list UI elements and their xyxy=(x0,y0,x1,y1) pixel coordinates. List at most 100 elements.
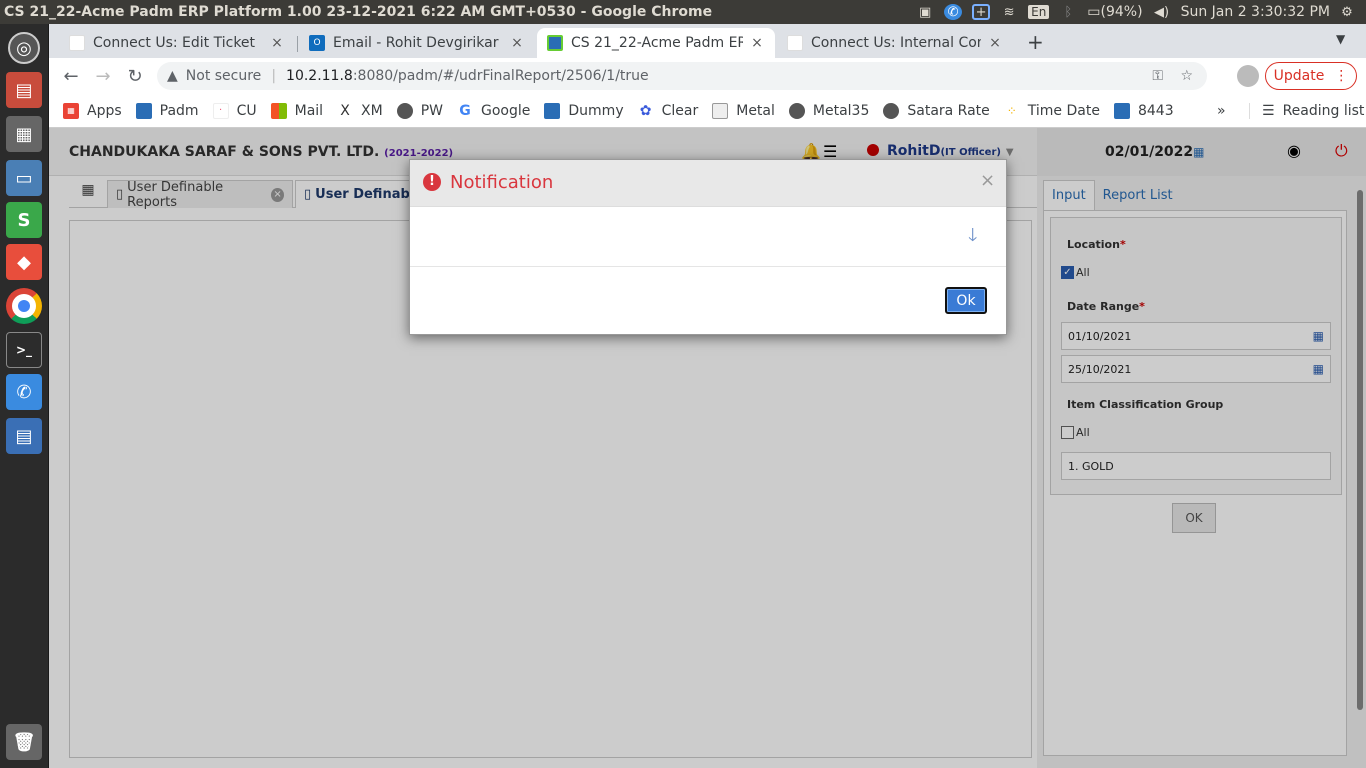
phone-icon[interactable]: ✆ xyxy=(944,4,963,20)
globe-icon xyxy=(396,102,413,119)
tab-close-icon[interactable]: × xyxy=(987,35,1003,51)
bookmark-mail[interactable]: Mail xyxy=(270,102,324,119)
browser-tab[interactable]: O Email - Rohit Devgirikar - C × xyxy=(299,28,535,58)
new-tab-button[interactable]: + xyxy=(1027,30,1044,54)
reload-icon[interactable]: ↻ xyxy=(119,66,151,87)
bookmark-label: Apps xyxy=(87,102,122,119)
volume-icon[interactable]: ◀) xyxy=(1153,4,1171,20)
omni-divider: | xyxy=(271,68,277,84)
dialog-ok-button[interactable]: Ok xyxy=(945,287,987,314)
tab-title: Connect Us: Internal Com xyxy=(811,35,981,51)
bookmark-satara-rate[interactable]: Satara Rate xyxy=(883,102,990,119)
not-secure-label[interactable]: Not secure xyxy=(186,68,262,84)
shield-icon[interactable]: + xyxy=(972,4,991,20)
padm-icon xyxy=(544,102,561,119)
document-icon[interactable]: ▤ xyxy=(6,418,42,454)
bookmark-cu[interactable]: · CU xyxy=(212,102,257,119)
browser-tab-active[interactable]: CS 21_22-Acme Padm ERP × xyxy=(537,28,775,58)
browser-tab[interactable]: Connect Us: Edit Ticket × xyxy=(59,28,295,58)
browser-tab[interactable]: Connect Us: Internal Com × xyxy=(777,28,1013,58)
bookmark-label: Satara Rate xyxy=(907,102,990,119)
tab-close-icon[interactable]: × xyxy=(509,35,525,51)
bookmark-label: CU xyxy=(236,102,257,119)
wifi-icon[interactable]: ≋ xyxy=(1000,4,1018,20)
system-top-bar: CS 21_22-Acme Padm ERP Platform 1.00 23-… xyxy=(0,0,1366,24)
power-icon[interactable]: ⚙ xyxy=(1338,4,1356,20)
phone-app-icon[interactable]: ✆ xyxy=(6,374,42,410)
bookmark-xm[interactable]: X XM xyxy=(337,102,383,119)
keyboard-language[interactable]: En xyxy=(1028,5,1050,19)
reading-list-label: Reading list xyxy=(1282,102,1365,119)
google-icon: G xyxy=(459,102,471,119)
system-tray: ▣ ✆ + ≋ En ᛒ ▭(94%) ◀) Sun Jan 2 3:30:32… xyxy=(916,4,1366,20)
battery-indicator[interactable]: ▭(94%) xyxy=(1087,4,1142,20)
remote-icon[interactable]: ▣ xyxy=(916,4,934,20)
tab-favicon xyxy=(69,35,85,51)
warning-icon[interactable]: ▲ xyxy=(167,68,178,84)
dialog-body: 🡓 xyxy=(410,207,1006,267)
remote-desktop-icon[interactable]: ▭ xyxy=(6,160,42,196)
chrome-icon[interactable] xyxy=(6,288,42,324)
bookmark-pw[interactable]: PW xyxy=(396,102,443,119)
bookmark-label: Metal35 xyxy=(812,102,870,119)
tab-search-icon[interactable]: ▼ xyxy=(1336,32,1345,46)
bookmark-padm[interactable]: Padm xyxy=(135,102,199,119)
address-bar[interactable]: ▲ Not secure | 10.2.11.8 :8080/padm/#/ud… xyxy=(157,62,1207,90)
bookmark-label: Dummy xyxy=(568,102,624,119)
apps-grid-icon: ▦ xyxy=(63,102,79,119)
tab-strip: Connect Us: Edit Ticket × O Email - Rohi… xyxy=(49,24,1366,58)
microsoft-icon xyxy=(270,102,287,119)
key-icon[interactable]: ⚿ xyxy=(1152,68,1163,84)
tab-close-icon[interactable]: × xyxy=(749,35,765,51)
bookmark-label: Mail xyxy=(294,102,324,119)
url-path: :8080/padm/#/udrFinalReport/2506/1/true xyxy=(352,68,649,84)
dialog-header: ! Notification × xyxy=(410,160,1006,207)
trash-icon[interactable]: 🗑 xyxy=(6,724,42,760)
outlook-icon: O xyxy=(309,35,325,51)
bookmark-clear[interactable]: ✿ Clear xyxy=(638,103,699,119)
bookmark-label: XM xyxy=(361,102,383,119)
padm-icon xyxy=(547,35,563,51)
update-button[interactable]: Update ⋮ xyxy=(1265,62,1357,90)
anydesk-icon[interactable]: ◆ xyxy=(6,244,42,280)
reading-list-icon: ☰ xyxy=(1262,102,1275,119)
close-icon[interactable]: × xyxy=(980,170,995,191)
battery-percent: (94%) xyxy=(1100,4,1143,20)
bookmark-dummy[interactable]: Dummy xyxy=(544,102,624,119)
bookmark-metal[interactable]: Metal xyxy=(712,102,775,119)
tab-close-icon[interactable]: × xyxy=(269,35,285,51)
globe-icon xyxy=(883,102,900,119)
bluetooth-icon[interactable]: ᛒ xyxy=(1059,4,1077,20)
bookmark-metal35[interactable]: Metal35 xyxy=(788,102,870,119)
calculator-icon[interactable]: ▦ xyxy=(6,116,42,152)
terminal-icon[interactable]: >_ xyxy=(6,332,42,368)
reading-list[interactable]: ☰ Reading list xyxy=(1249,102,1365,119)
padm-icon xyxy=(135,102,152,119)
clock[interactable]: Sun Jan 2 3:30:32 PM xyxy=(1181,4,1330,20)
url-host: 10.2.11.8 xyxy=(286,68,353,84)
back-icon[interactable]: ← xyxy=(55,66,87,87)
kebab-menu-icon: ⋮ xyxy=(1334,68,1349,84)
profile-avatar-icon[interactable] xyxy=(1237,65,1259,87)
padm-icon xyxy=(1113,102,1130,119)
spreadsheet-icon[interactable]: S xyxy=(6,202,42,238)
star-icon[interactable]: ☆ xyxy=(1180,68,1193,84)
update-label: Update xyxy=(1273,68,1325,84)
files-icon[interactable]: ▤ xyxy=(6,72,42,108)
bookmarks-overflow-icon[interactable]: » xyxy=(1217,103,1226,119)
tab-favicon xyxy=(787,35,803,51)
bookmark-google[interactable]: G Google xyxy=(457,103,530,119)
bookmark-8443[interactable]: 8443 xyxy=(1113,102,1174,119)
bookmark-time-date[interactable]: ⁘ Time Date xyxy=(1004,103,1100,119)
dash-icon[interactable]: ◎ xyxy=(8,32,40,64)
bookmark-label: Metal xyxy=(736,102,775,119)
dialog-title: Notification xyxy=(450,172,554,193)
bookmark-apps[interactable]: ▦ Apps xyxy=(63,102,122,119)
battery-icon: ▭ xyxy=(1087,4,1101,20)
bookmark-label: 8443 xyxy=(1137,102,1174,119)
bookmark-label: Time Date xyxy=(1027,102,1100,119)
forward-icon[interactable]: → xyxy=(87,66,119,87)
tab-title: CS 21_22-Acme Padm ERP xyxy=(571,35,743,51)
browser-toolbar: ← → ↻ ▲ Not secure | 10.2.11.8 :8080/pad… xyxy=(49,58,1366,94)
tab-separator xyxy=(297,36,298,52)
